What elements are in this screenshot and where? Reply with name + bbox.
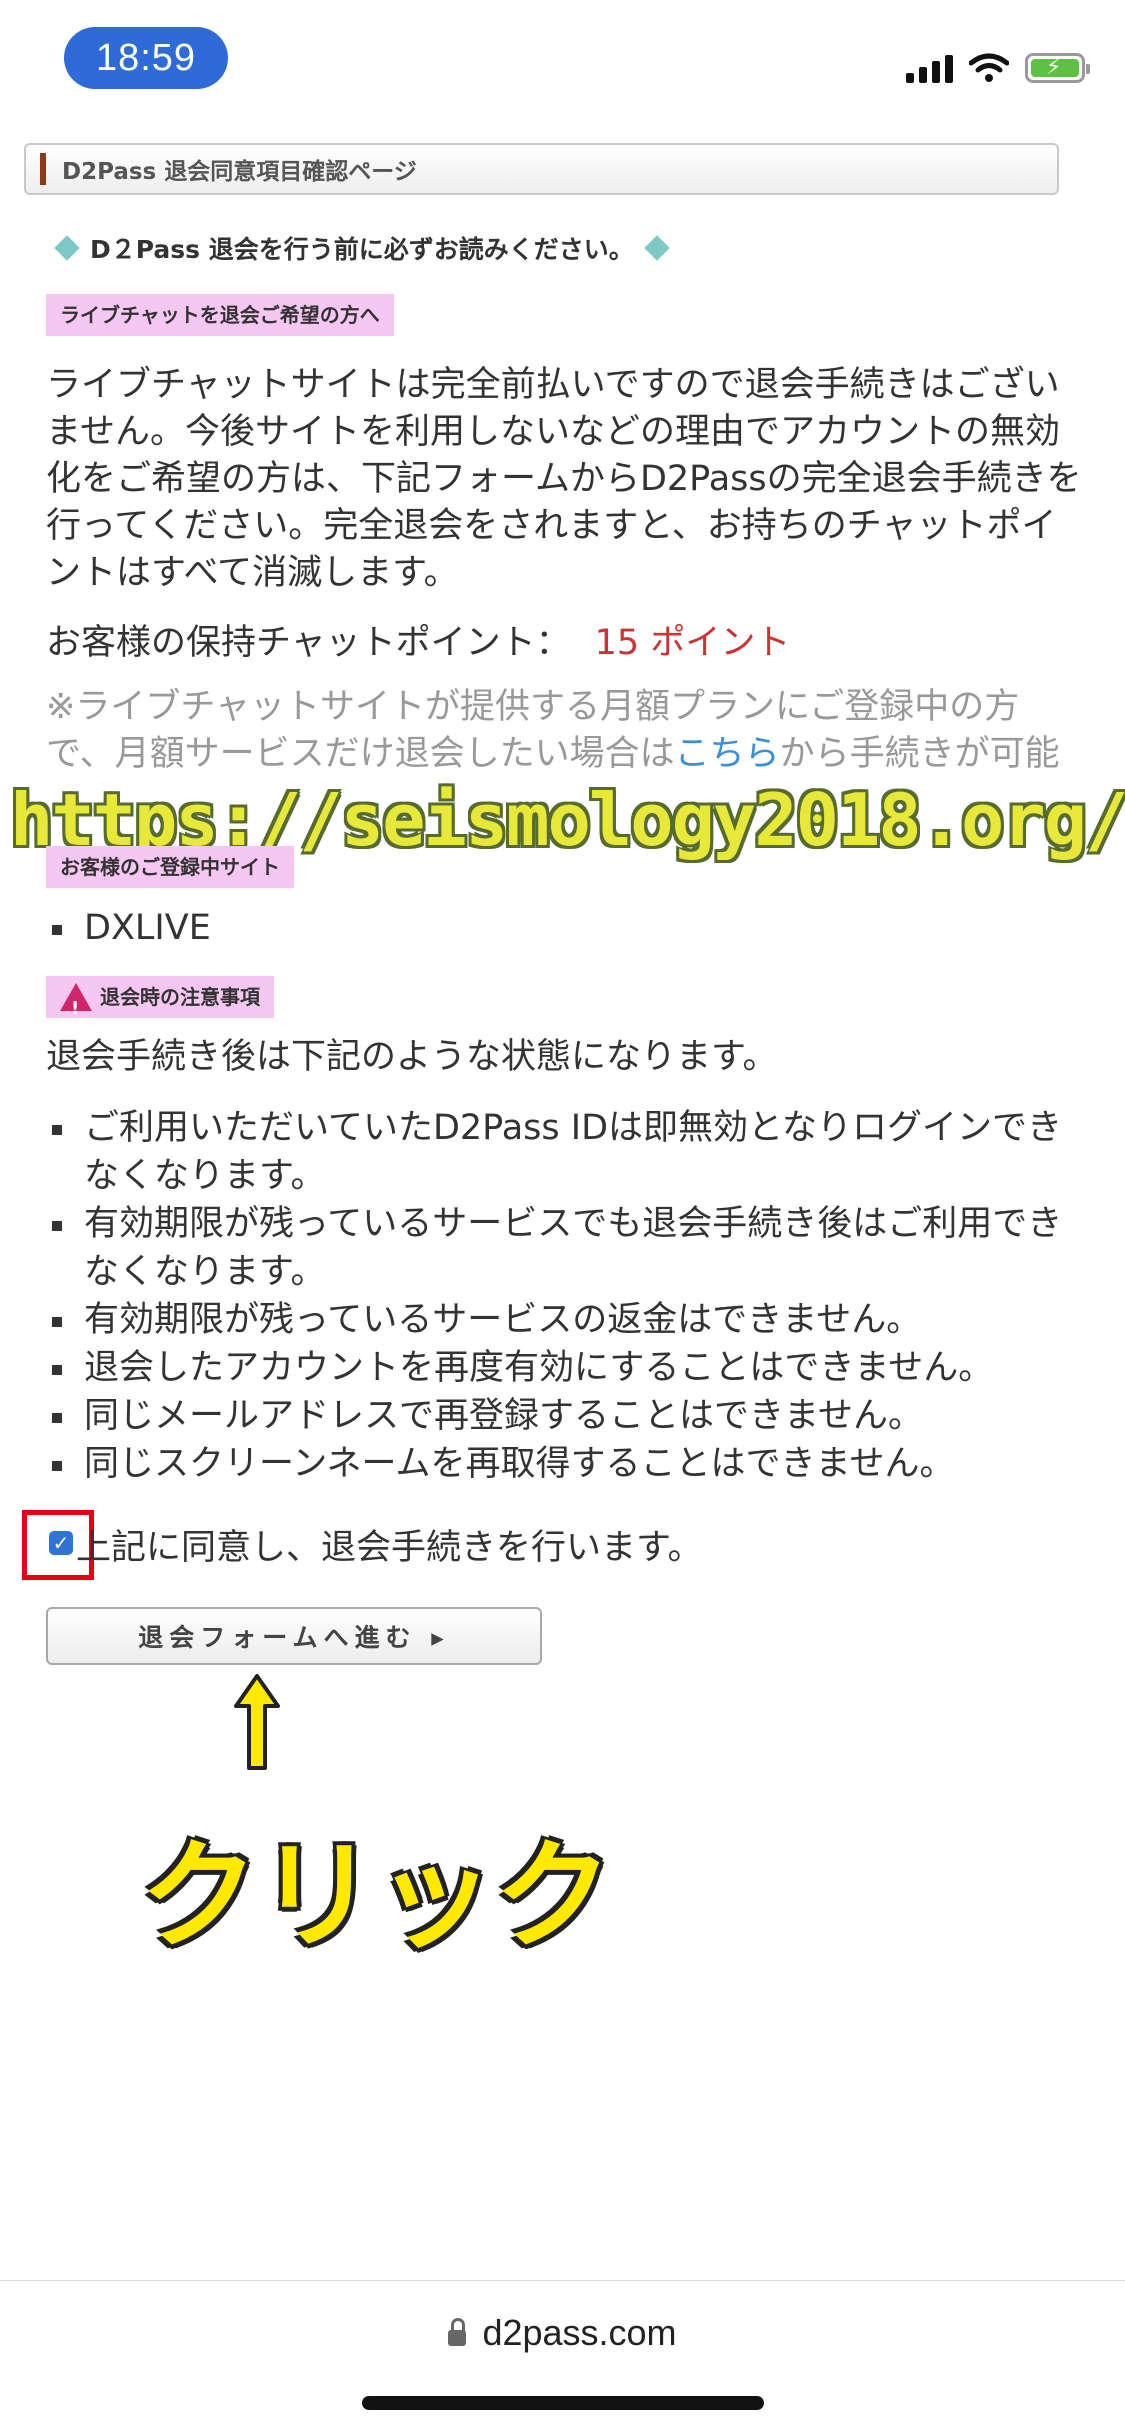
points-label: お客様の保持チャットポイント： [46,623,571,663]
proceed-to-form-button[interactable]: 退会フォームへ進む ▸ [46,1607,542,1665]
read-before-notice: D２Pass 退会を行う前に必ずお読みください。 [52,230,672,266]
list-item: DXLIVE [46,904,1086,952]
status-time: 18:59 [64,27,228,89]
status-icons: ⚡ [906,48,1090,88]
registered-section-label: お客様のご登録中サイト [46,846,294,888]
monthly-plan-link[interactable]: こちら [675,734,780,774]
list-item: 有効期限が残っているサービスの返金はできません。 [46,1296,1086,1344]
click-annotation: クリック [140,1827,613,1965]
diamond-icon [644,235,670,261]
registered-site-list: DXLIVE [46,904,1086,952]
warning-icon: ! [60,983,92,1019]
home-indicator[interactable] [362,2396,764,2410]
diamond-icon [54,235,80,261]
list-item: 同じメールアドレスで再登録することはできません。 [46,1392,1086,1440]
page-title-bar: D2Pass 退会同意項目確認ページ [24,143,1059,195]
notice-text: D２Pass 退会を行う前に必ずお読みください。 [90,235,634,264]
list-item: ご利用いただいていたD2Pass IDは即無効となりログインできなくなります。 [46,1104,1086,1200]
title-accent-bar [40,153,46,185]
caution-intro: 退会手続き後は下記のような状態になります。 [46,1037,778,1077]
livechat-body: ライブチャットサイトは完全前払いですので退会手続きはございません。今後サイトを利… [46,365,1082,593]
browser-address-bar[interactable]: d2pass.com [0,2312,1125,2354]
points-row: お客様の保持チャットポイント： 15 ポイント [46,614,790,665]
list-item: 同じスクリーンネームを再取得することはできません。 [46,1440,1086,1488]
list-item: 有効期限が残っているサービスでも退会手続き後はご利用できなくなります。 [46,1200,1086,1296]
caution-list: ご利用いただいていたD2Pass IDは即無効となりログインできなくなります。 … [46,1104,1086,1488]
caution-section-label: ! 退会時の注意事項 [46,976,274,1019]
battery-charging-icon: ⚡ [1025,53,1090,83]
cellular-signal-icon [906,53,953,83]
points-value: 15 ポイント [594,623,791,663]
wifi-icon [969,53,1009,82]
lock-icon [448,2318,467,2346]
livechat-section-label: ライブチャットを退会ご希望の方へ [46,294,394,336]
agree-checkbox[interactable]: ✓ [49,1531,73,1555]
agree-label[interactable]: 上記に同意し、退会手続きを行います。 [76,1519,703,1570]
page-title: D2Pass 退会同意項目確認ページ [62,159,417,185]
monthly-plan-note: ※ライブチャットサイトが提供する月額プランにご登録中の方で、月額サービスだけ退会… [46,684,1086,784]
url-text: d2pass.com [482,2312,677,2353]
browser-divider [0,2280,1125,2281]
up-arrow-icon [234,1674,280,1770]
list-item: 退会したアカウントを再度有効にすることはできません。 [46,1344,1086,1392]
caution-label-text: 退会時の注意事項 [100,985,260,1009]
